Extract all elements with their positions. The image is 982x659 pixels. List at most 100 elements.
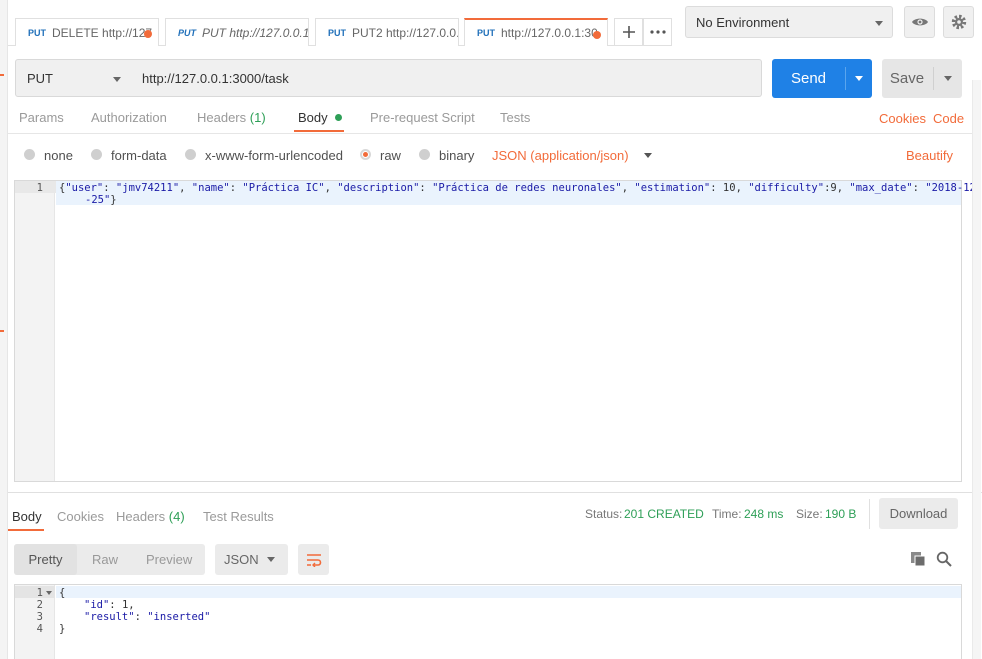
body-mode-form-data[interactable]: form-data (91, 148, 167, 163)
unsaved-dot-icon (144, 30, 152, 38)
send-button[interactable]: Send (772, 59, 872, 98)
tab-prerequest-script[interactable]: Pre-request Script (370, 110, 475, 125)
tab-label: PUT2 http://127.0.0.1 (352, 25, 459, 40)
time-value[interactable]: 248 ms (744, 507, 783, 521)
request-body-editor[interactable]: 1 {"user": "jmv74211", "name": "Práctica… (14, 180, 976, 482)
brace: { (59, 587, 66, 599)
code-line: "id": 1, (84, 599, 135, 611)
json-string: -25" (85, 194, 111, 206)
json-string: "Práctica IC" (242, 182, 325, 194)
ellipsis-icon (649, 30, 666, 34)
body-mode-label: form-data (111, 148, 167, 163)
response-format-value: JSON (224, 552, 259, 567)
sidebar-marker (0, 74, 4, 76)
json-key: "name" (191, 182, 230, 194)
environment-value: No Environment (696, 14, 790, 30)
response-tab-test-results[interactable]: Test Results (203, 509, 274, 524)
tab-authorization[interactable]: Authorization (91, 110, 167, 125)
request-tab[interactable]: PUT PUT2 http://127.0.0.1 (315, 18, 459, 46)
tab-body[interactable]: Body (298, 110, 343, 125)
save-options-button[interactable] (934, 59, 962, 98)
tab-headers[interactable]: Headers (1) (197, 110, 266, 125)
line-number: 4 (36, 623, 43, 635)
radio-icon (91, 149, 102, 160)
json-key: "result" (84, 611, 135, 623)
tab-method: PUT (477, 28, 495, 38)
environment-quick-look-button[interactable] (904, 6, 935, 38)
status-label: Status: (585, 507, 623, 521)
json-string: "jmv74211" (115, 182, 180, 194)
radio-icon (185, 149, 196, 160)
response-tab-cookies[interactable]: Cookies (57, 509, 104, 524)
tab-headers-label: Headers (197, 110, 247, 125)
size-label: Size: (796, 507, 823, 521)
send-options-button[interactable] (846, 59, 872, 98)
json-key: "difficulty" (748, 182, 825, 194)
response-tab-body[interactable]: Body (12, 509, 42, 524)
search-icon (936, 551, 952, 567)
environment-select[interactable]: No Environment (685, 6, 893, 38)
brace: } (59, 623, 66, 635)
size-value[interactable]: 190 B (825, 507, 856, 521)
tab-tests[interactable]: Tests (500, 110, 530, 125)
chevron-down-icon (643, 153, 652, 158)
status-value[interactable]: 201 CREATED (624, 507, 704, 521)
response-tab-headers[interactable]: Headers (4) (116, 509, 185, 524)
wrap-lines-button[interactable] (298, 544, 329, 575)
tab-method: PUT (178, 27, 196, 38)
tab-params[interactable]: Params (19, 110, 64, 125)
body-mode-label: x-www-form-urlencoded (205, 148, 343, 163)
scrollbar[interactable] (972, 80, 981, 659)
content-type-select[interactable]: JSON (application/json) (492, 148, 652, 163)
view-preview-button[interactable]: Preview (146, 552, 192, 567)
beautify-link[interactable]: Beautify (906, 148, 953, 163)
line-number: 2 (36, 599, 43, 611)
tab-label: PUT http://127.0.0.1:3 (202, 25, 309, 40)
response-headers-count: (4) (168, 509, 185, 524)
download-button[interactable]: Download (879, 498, 958, 529)
chevron-down-icon (944, 76, 952, 81)
search-button[interactable] (936, 551, 952, 570)
radio-icon (419, 149, 430, 160)
tab-body-label: Body (298, 110, 328, 125)
request-tab-active[interactable]: PUT http://127.0.0.1:30 (464, 18, 608, 46)
json-key: "estimation" (634, 182, 711, 194)
url-input[interactable]: http://127.0.0.1:3000/task (130, 59, 762, 97)
response-format-select[interactable]: JSON (215, 544, 288, 575)
copy-button[interactable] (910, 551, 926, 570)
manage-environments-button[interactable] (943, 6, 974, 38)
request-tab[interactable]: PUT DELETE http://127 (15, 18, 159, 46)
divider (869, 499, 870, 529)
code-link[interactable]: Code (933, 111, 964, 126)
cookies-link[interactable]: Cookies (879, 111, 926, 126)
more-tabs-button[interactable] (643, 18, 672, 46)
json-key: "max_date" (849, 182, 913, 194)
tab-headers-count: (1) (249, 110, 266, 125)
http-method-select[interactable]: PUT (15, 59, 131, 97)
wrap-lines-icon (306, 553, 321, 567)
time-label: Time: (712, 507, 742, 521)
body-status-dot-icon (335, 114, 343, 121)
code-line: {"user": "jmv74211", "name": "Práctica I… (59, 182, 976, 194)
json-string: "2018-12 (925, 182, 976, 194)
active-line-highlight (56, 586, 961, 598)
body-mode-none[interactable]: none (24, 148, 73, 163)
pane-divider[interactable] (8, 492, 982, 493)
code-line-wrap: -25"} (85, 194, 117, 206)
brace: } (110, 194, 117, 206)
request-tab[interactable]: PUT PUT http://127.0.0.1:3 (165, 18, 309, 46)
view-pretty-button[interactable]: Pretty (14, 544, 77, 575)
line-number: 1 (36, 182, 43, 194)
tab-method: PUT (328, 27, 346, 38)
json-number: 10 (722, 182, 736, 194)
gear-icon (951, 14, 966, 30)
body-mode-raw[interactable]: raw (360, 148, 401, 163)
response-body-viewer[interactable]: 1 2 3 4 { "id": 1, "result": "inserted" … (14, 584, 962, 659)
body-mode-urlencoded[interactable]: x-www-form-urlencoded (185, 148, 343, 163)
view-raw-button[interactable]: Raw (92, 552, 118, 567)
save-button[interactable]: Save (882, 59, 962, 98)
fold-chevron-icon[interactable] (46, 591, 52, 595)
body-mode-binary[interactable]: binary (419, 148, 474, 163)
body-mode-label: raw (380, 148, 401, 163)
new-tab-button[interactable] (614, 18, 643, 46)
